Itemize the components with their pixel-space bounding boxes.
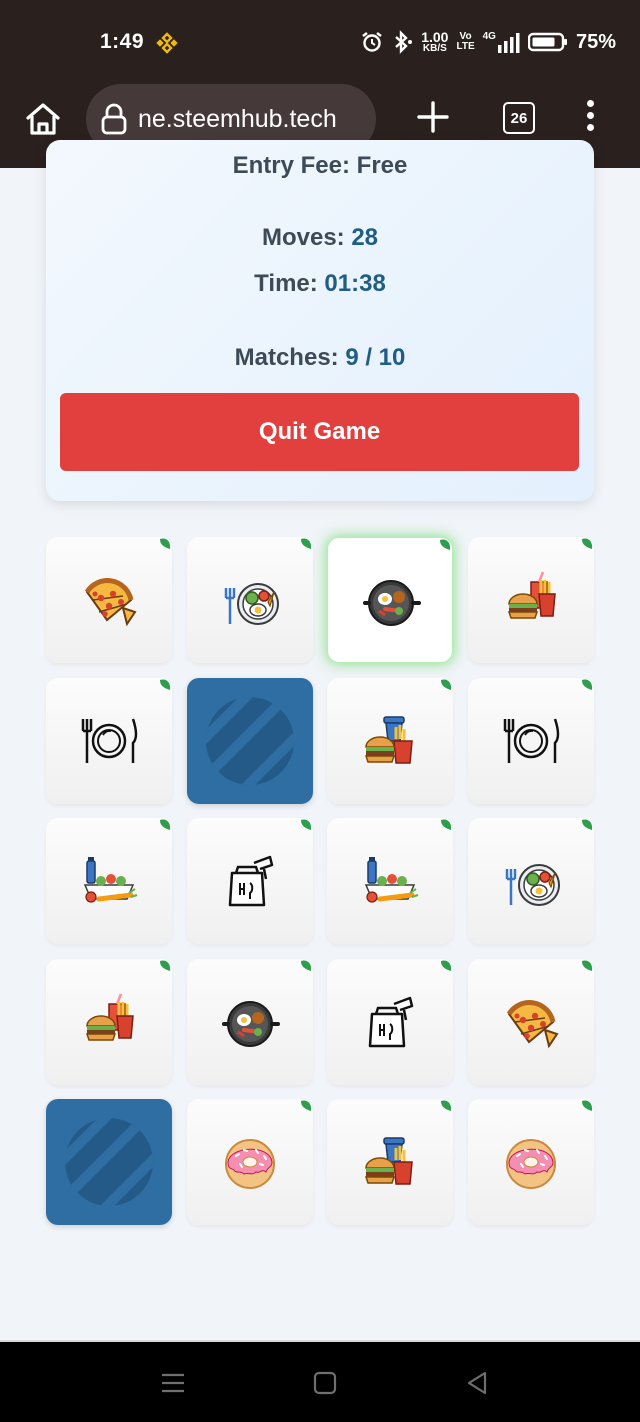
memory-card[interactable] bbox=[187, 537, 313, 663]
home-icon[interactable] bbox=[24, 100, 62, 138]
pizza-icon bbox=[84, 578, 137, 627]
battery-percent: 75% bbox=[575, 30, 616, 53]
groceries-icon bbox=[364, 857, 419, 903]
entry-fee-label: Entry Fee: bbox=[232, 152, 350, 179]
bluetooth-icon bbox=[395, 30, 413, 54]
memory-card[interactable] bbox=[468, 678, 594, 804]
matched-corner-icon bbox=[301, 538, 312, 549]
quit-game-button[interactable]: Quit Game bbox=[60, 393, 579, 471]
status-bar: 1:49 1.00 KB/S Vo LTE 4G 75% bbox=[0, 0, 640, 84]
memory-card[interactable] bbox=[468, 818, 594, 944]
plate-fork-knife-icon bbox=[81, 718, 138, 763]
memory-card-face-down[interactable] bbox=[187, 678, 313, 804]
memory-card[interactable] bbox=[327, 1099, 453, 1225]
memory-card[interactable] bbox=[327, 678, 453, 804]
network-speed: 1.00 KB/S bbox=[421, 30, 448, 54]
alarm-icon bbox=[362, 32, 382, 52]
recent-apps-icon[interactable] bbox=[160, 1370, 186, 1396]
burger-fries-drink-icon bbox=[507, 571, 556, 619]
memory-card[interactable] bbox=[46, 959, 172, 1085]
game-info-card: Entry Fee: Free Moves: 28 Time: 01:38 Ma… bbox=[46, 140, 594, 501]
moves-value: 28 bbox=[351, 224, 379, 251]
memory-card[interactable] bbox=[187, 959, 313, 1085]
memory-card[interactable] bbox=[327, 959, 453, 1085]
memory-card[interactable] bbox=[468, 537, 594, 663]
matched-corner-icon bbox=[582, 538, 593, 549]
memory-card[interactable] bbox=[468, 1099, 594, 1225]
burger-fries-cup-icon bbox=[364, 716, 413, 764]
memory-card[interactable] bbox=[46, 678, 172, 804]
matched-corner-icon bbox=[301, 819, 312, 830]
status-time: 1:49 bbox=[100, 30, 145, 53]
memory-board bbox=[46, 537, 594, 1225]
memory-card[interactable] bbox=[327, 818, 453, 944]
memory-card[interactable] bbox=[46, 818, 172, 944]
salad-plate-icon bbox=[505, 864, 560, 906]
nav-home-icon[interactable] bbox=[312, 1370, 338, 1396]
memory-card-face-down[interactable] bbox=[46, 1099, 172, 1225]
lock-icon bbox=[101, 103, 127, 135]
matches-value: 9 / 10 bbox=[345, 344, 406, 371]
matched-corner-icon bbox=[582, 679, 593, 690]
network-speed-unit: KB/S bbox=[422, 43, 447, 54]
status-icons: 1.00 KB/S Vo LTE 4G 75% bbox=[361, 28, 616, 56]
matched-corner-icon bbox=[160, 819, 171, 830]
network-speed-value: 1.00 bbox=[421, 29, 449, 45]
card-back-pattern-icon bbox=[206, 697, 294, 785]
matched-corner-icon bbox=[301, 960, 312, 971]
signal-bars-icon bbox=[497, 33, 520, 53]
memory-card[interactable] bbox=[187, 1099, 313, 1225]
pan-breakfast-icon bbox=[363, 580, 421, 626]
overflow-menu-icon[interactable] bbox=[580, 100, 600, 136]
tab-switcher-button[interactable]: 26 bbox=[503, 102, 535, 134]
matched-corner-icon bbox=[582, 1100, 593, 1111]
matched-corner-icon bbox=[160, 679, 171, 690]
binance-icon bbox=[156, 32, 178, 54]
url-text: ne.steemhub.tech bbox=[138, 104, 337, 133]
pan-breakfast-icon bbox=[222, 1001, 280, 1047]
back-icon[interactable] bbox=[464, 1370, 490, 1396]
time-value: 01:38 bbox=[324, 270, 386, 297]
matched-corner-icon bbox=[440, 539, 451, 550]
matched-corner-icon bbox=[441, 679, 452, 690]
matches-label: Matches: bbox=[234, 344, 339, 371]
time-line: Time: 01:38 bbox=[46, 270, 594, 298]
donut-icon bbox=[506, 1139, 556, 1189]
salad-plate-icon bbox=[224, 583, 279, 625]
volte-bottom: LTE bbox=[456, 41, 475, 52]
moves-label: Moves: bbox=[261, 224, 345, 251]
memory-card[interactable] bbox=[468, 959, 594, 1085]
pizza-icon bbox=[506, 1000, 559, 1049]
matched-corner-icon bbox=[160, 538, 171, 549]
signal-indicator: 4G bbox=[483, 31, 520, 53]
time-label: Time: bbox=[254, 270, 318, 297]
matches-line: Matches: 9 / 10 bbox=[46, 344, 594, 372]
network-type: 4G bbox=[482, 31, 496, 42]
entry-fee-line: Entry Fee: Free bbox=[46, 152, 594, 180]
moves-line: Moves: 28 bbox=[46, 224, 594, 252]
memory-card[interactable] bbox=[187, 818, 313, 944]
burger-fries-cup-icon bbox=[364, 1137, 413, 1185]
system-nav-bar bbox=[0, 1342, 640, 1422]
volte-indicator: Vo LTE bbox=[456, 32, 474, 52]
new-tab-icon[interactable] bbox=[416, 100, 450, 134]
takeaway-bag-icon bbox=[228, 855, 274, 907]
matched-corner-icon bbox=[441, 1100, 452, 1111]
matched-corner-icon bbox=[441, 960, 452, 971]
groceries-icon bbox=[83, 857, 138, 903]
card-back-pattern-icon bbox=[65, 1118, 153, 1206]
matched-corner-icon bbox=[582, 819, 593, 830]
matched-corner-icon bbox=[582, 960, 593, 971]
matched-corner-icon bbox=[301, 1100, 312, 1111]
burger-fries-drink-icon bbox=[85, 993, 134, 1041]
donut-icon bbox=[225, 1139, 275, 1189]
matched-corner-icon bbox=[441, 819, 452, 830]
matched-corner-icon bbox=[160, 960, 171, 971]
memory-card[interactable] bbox=[46, 537, 172, 663]
entry-fee-value: Free bbox=[356, 152, 408, 179]
takeaway-bag-icon bbox=[368, 996, 414, 1048]
memory-card[interactable] bbox=[327, 537, 453, 663]
battery-icon bbox=[527, 32, 567, 52]
plate-fork-knife-icon bbox=[503, 718, 560, 763]
